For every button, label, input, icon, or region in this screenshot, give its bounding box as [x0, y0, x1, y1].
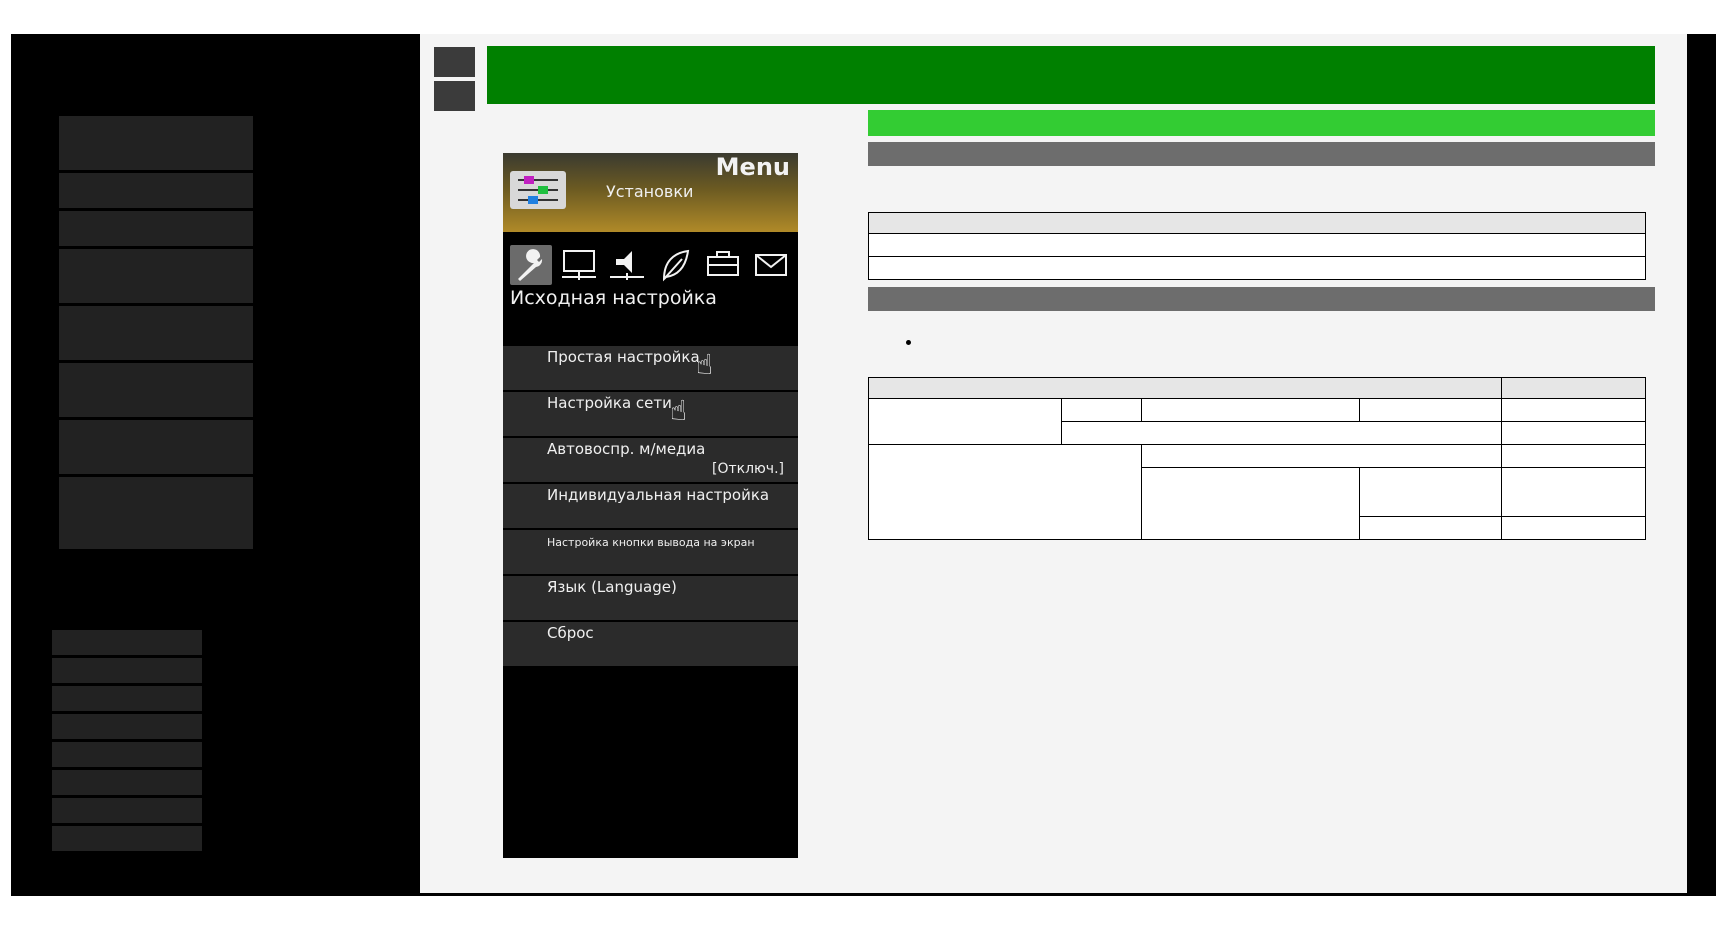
info-table-2: [867, 377, 1646, 540]
tv-menu-screenshot: Установки Menu Исходная настройка Проста…: [503, 153, 798, 858]
tv-menu-item-label: Язык (Language): [547, 578, 677, 596]
tv-menu-item-value: [Отключ.]: [711, 461, 784, 477]
table-cell: [1501, 444, 1646, 468]
nav-small-block-2[interactable]: [52, 658, 202, 683]
table-cell: [1501, 398, 1646, 422]
leaf-icon[interactable]: [654, 245, 696, 285]
table-row: [868, 444, 1646, 540]
table-cell: [868, 398, 1062, 445]
table-cell: [1140, 444, 1503, 468]
toolbox-icon[interactable]: [702, 245, 744, 285]
table-cell: [1140, 398, 1361, 422]
table-cell: [1501, 421, 1646, 445]
table-cell: [1060, 421, 1503, 445]
tv-menu-item-individual-setup[interactable]: Индивидуальная настройка: [503, 484, 798, 528]
table-row: [868, 256, 1646, 280]
nav-square-bottom[interactable]: [434, 81, 475, 111]
table-row: [868, 233, 1646, 257]
tv-menu-item-label: Настройка кнопки вывода на экран: [547, 536, 755, 549]
pointing-hand-icon: ☝: [696, 348, 714, 381]
nav-block-5[interactable]: [59, 306, 253, 360]
tv-menu-item-label: Настройка сети: [547, 394, 672, 412]
tv-menu-item-label: Автовоспр. м/медиа: [547, 440, 706, 458]
table-row: [868, 212, 1646, 234]
page-header-bar: [487, 46, 1655, 104]
table-cell: [868, 256, 1646, 280]
tv-menu-item-media-autoplay[interactable]: Автовоспр. м/медиа [Отключ.]: [503, 438, 798, 482]
tv-menu-item-label: Индивидуальная настройка: [547, 486, 770, 504]
nav-block-4[interactable]: [59, 249, 253, 303]
wrench-icon[interactable]: [510, 245, 552, 285]
nav-block-8[interactable]: [59, 477, 253, 549]
table-cell: [868, 444, 1142, 540]
table-cell: [1140, 467, 1361, 540]
table-cell: [1501, 516, 1646, 540]
speaker-icon[interactable]: [606, 245, 648, 285]
tv-menu-section-title: Исходная настройка: [510, 287, 717, 309]
tv-menu-item-display-button-setup[interactable]: Настройка кнопки вывода на экран: [503, 530, 798, 574]
pointing-hand-icon: ☝: [670, 394, 688, 427]
section-bar-2: [868, 287, 1655, 311]
info-table-1: [868, 212, 1646, 280]
monitor-icon[interactable]: [558, 245, 600, 285]
tv-menu-item-language[interactable]: Язык (Language): [503, 576, 798, 620]
nav-block-2[interactable]: [59, 173, 253, 208]
nav-block-7[interactable]: [59, 420, 253, 474]
tv-menu-item-easy-setup[interactable]: Простая настройка ☝: [503, 346, 798, 390]
tv-menu-header: Установки Menu: [503, 153, 798, 232]
tv-menu-item-label: Простая настройка: [547, 348, 700, 366]
table-cell: [1359, 398, 1503, 422]
nav-block-3[interactable]: [59, 211, 253, 246]
nav-small-block-3[interactable]: [52, 686, 202, 711]
nav-small-block-8[interactable]: [52, 826, 202, 851]
section-bar-1: [868, 142, 1655, 166]
nav-small-block-4[interactable]: [52, 714, 202, 739]
envelope-icon[interactable]: [750, 245, 792, 285]
list-bullet: [906, 340, 911, 345]
tv-menu-category-icons: [510, 245, 795, 287]
table-header-cell: [867, 377, 1503, 399]
subheader-bar: [868, 110, 1655, 136]
tv-menu-item-label: Сброс: [547, 624, 594, 642]
tv-menu-header-title: Установки: [606, 182, 694, 201]
table-header-cell: [868, 212, 1646, 234]
nav-square-top[interactable]: [434, 47, 475, 77]
nav-small-block-6[interactable]: [52, 770, 202, 795]
tv-menu-item-reset[interactable]: Сброс: [503, 622, 798, 666]
table-row: [867, 377, 1646, 399]
table-cell: [1359, 516, 1503, 540]
nav-small-block-1[interactable]: [52, 630, 202, 655]
settings-sliders-icon: [510, 171, 566, 209]
table-cell: [868, 233, 1646, 257]
nav-small-block-5[interactable]: [52, 742, 202, 767]
nav-block-6[interactable]: [59, 363, 253, 417]
table-header-cell: [1501, 377, 1646, 399]
table-row: [868, 398, 1646, 445]
nav-block-1[interactable]: [59, 116, 253, 170]
tv-menu-label: Menu: [715, 153, 790, 181]
table-cell: [1060, 398, 1142, 422]
tv-menu-item-network-setup[interactable]: Настройка сети ☝: [503, 392, 798, 436]
table-cell: [1359, 467, 1503, 517]
nav-small-block-7[interactable]: [52, 798, 202, 823]
table-cell: [1501, 467, 1646, 517]
